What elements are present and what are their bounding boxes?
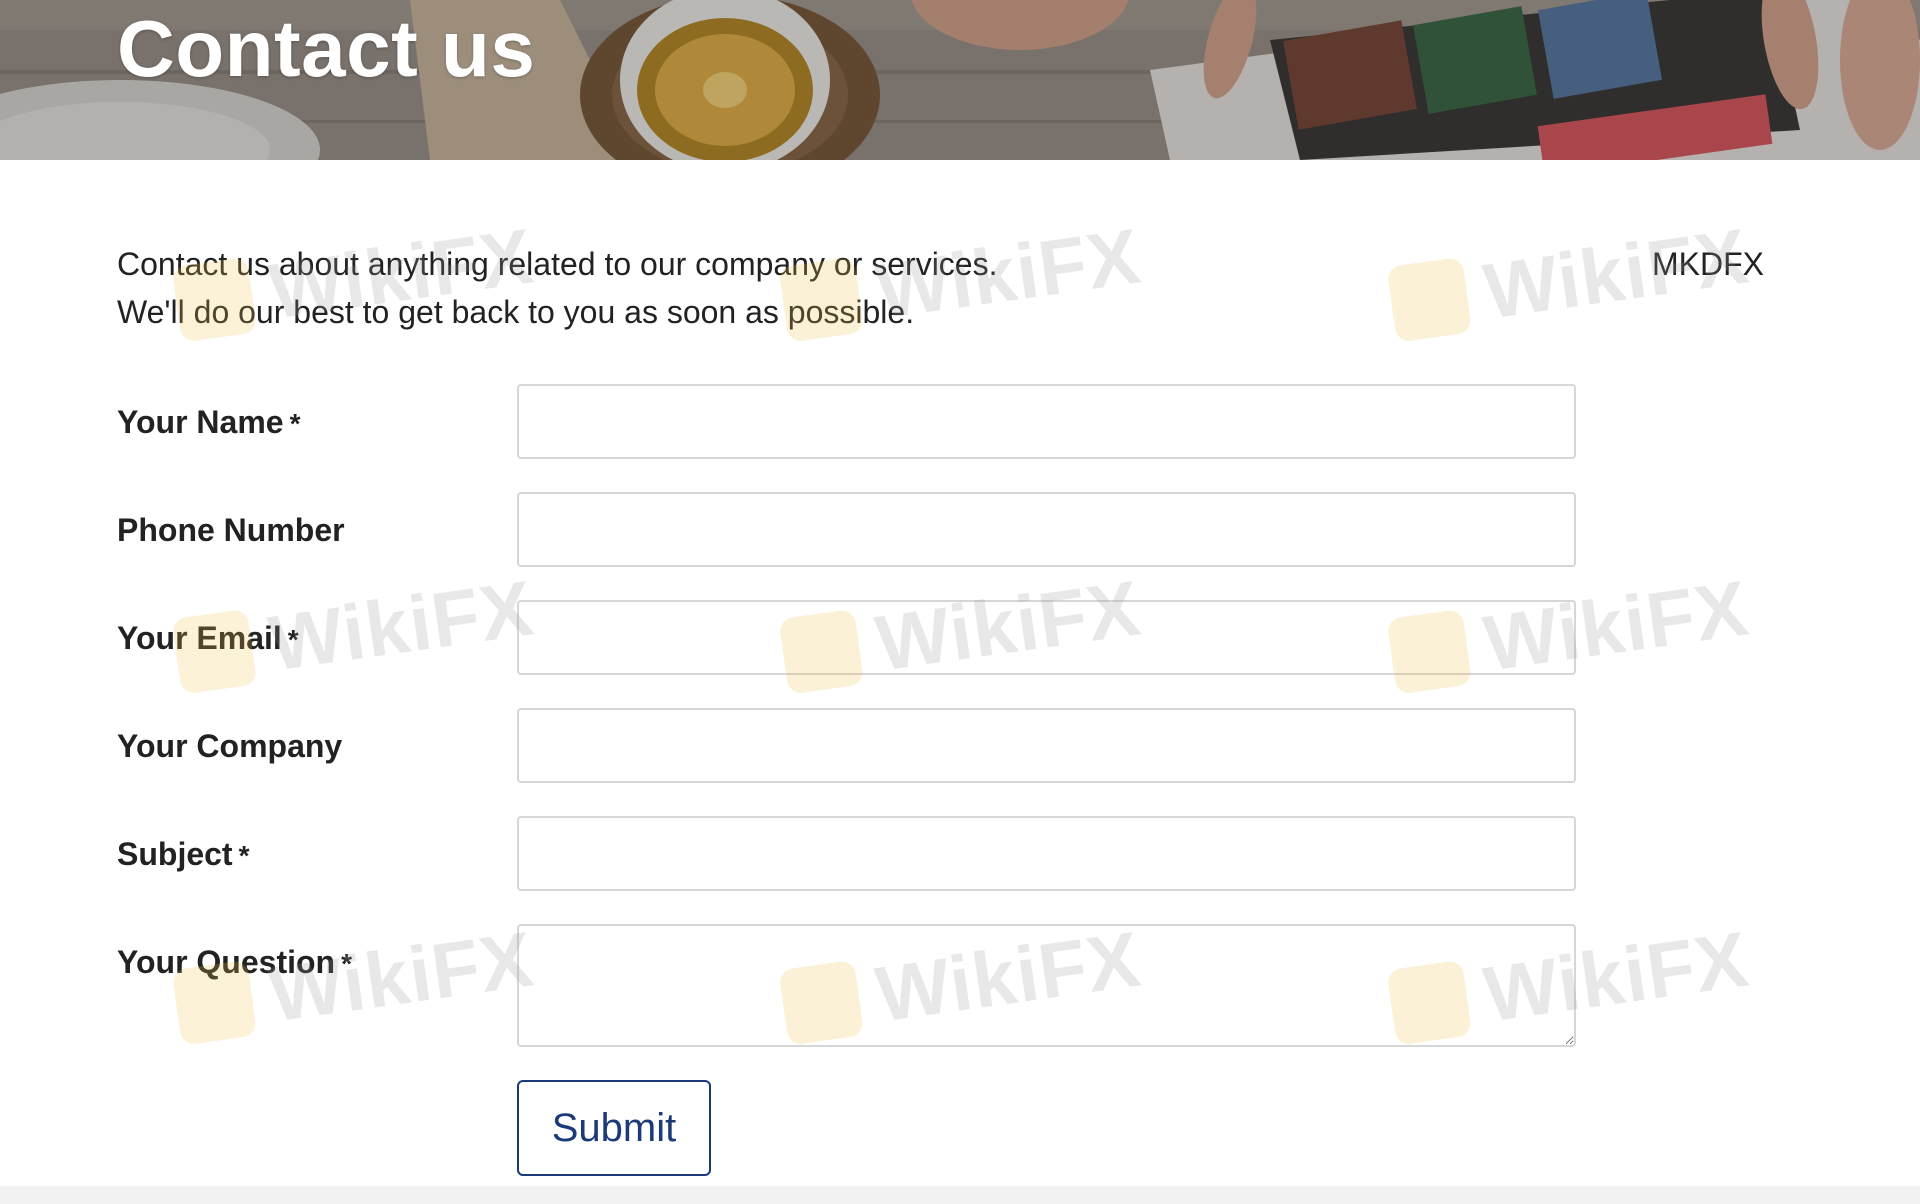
question-textarea[interactable] — [517, 924, 1576, 1047]
company-input[interactable] — [517, 708, 1576, 783]
required-mark: * — [238, 840, 250, 871]
required-mark: * — [289, 408, 301, 439]
name-label-text: Your Name — [117, 404, 284, 440]
watermark-text: WikiFX — [263, 563, 539, 688]
name-input[interactable] — [517, 384, 1576, 459]
company-label: Your Company — [117, 726, 342, 766]
subject-label-text: Subject — [117, 836, 233, 872]
required-mark: * — [341, 948, 352, 979]
subject-input[interactable] — [517, 816, 1576, 891]
name-label: Your Name * — [117, 402, 300, 444]
intro-line-1: Contact us about anything related to our… — [117, 246, 998, 282]
brand-name: MKDFX — [1652, 246, 1764, 282]
company-label-text: Your Company — [117, 728, 343, 764]
phone-input[interactable] — [517, 492, 1576, 567]
question-label-text: Your Question — [117, 944, 336, 980]
question-label: Your Question * — [117, 942, 352, 984]
subject-label: Subject * — [117, 834, 249, 876]
hero-banner: Contact us — [0, 0, 1920, 160]
contact-page: Contact us Contact us about anything rel… — [0, 0, 1920, 1204]
email-label: Your Email * — [117, 618, 299, 660]
phone-label: Phone Number — [117, 510, 345, 550]
footer-strip — [0, 1186, 1920, 1204]
email-input[interactable] — [517, 600, 1576, 675]
intro-text: Contact us about anything related to our… — [117, 240, 997, 336]
required-mark: * — [287, 624, 299, 655]
phone-label-text: Phone Number — [117, 512, 345, 548]
intro-line-2: We'll do our best to get back to you as … — [117, 294, 915, 330]
page-title: Contact us — [117, 4, 536, 93]
email-label-text: Your Email — [117, 620, 282, 656]
submit-button[interactable]: Submit — [517, 1080, 711, 1176]
watermark-logo-icon — [1386, 256, 1473, 343]
